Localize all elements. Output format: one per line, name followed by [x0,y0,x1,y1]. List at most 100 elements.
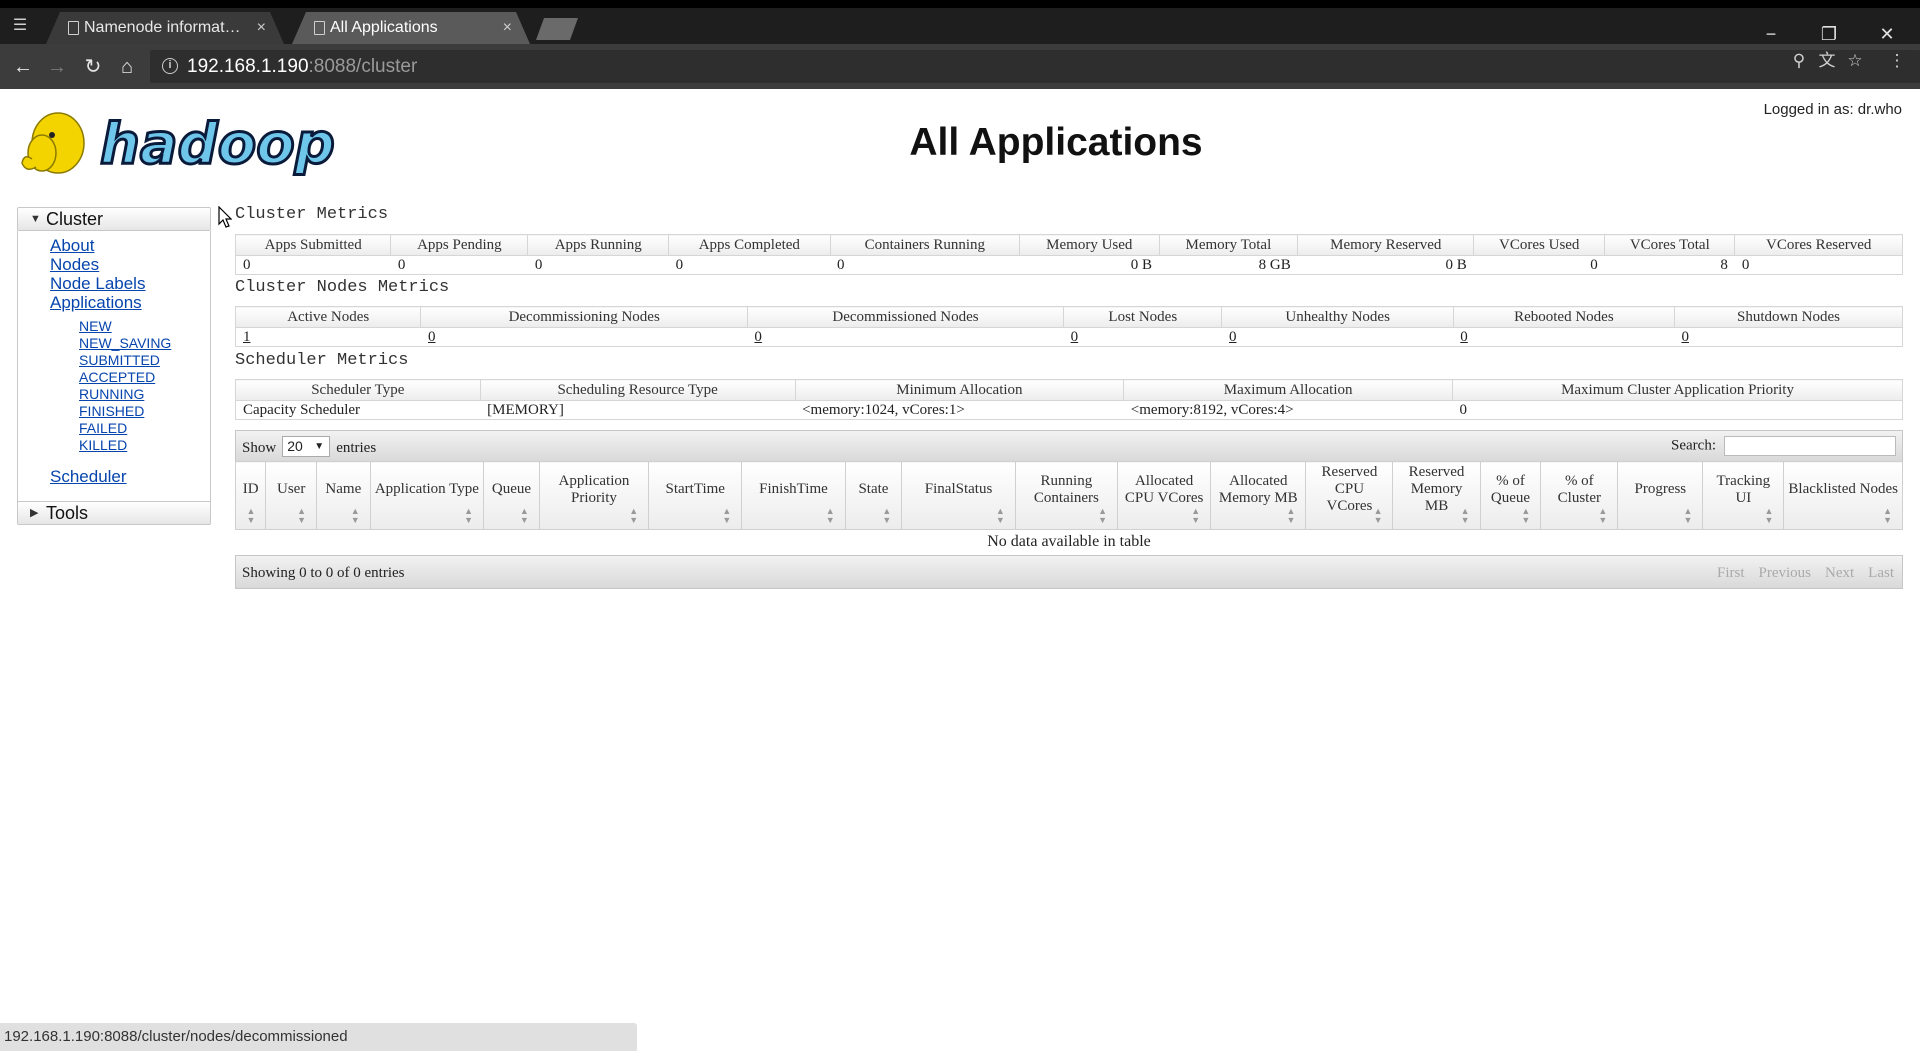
table-cell: 0 [1734,255,1903,275]
column-header-tracking-ui[interactable]: Tracking UI ▲ ▼ [1702,461,1785,530]
reload-icon[interactable]: ↻ [80,54,106,80]
forward-icon[interactable]: → [44,54,70,80]
pagination-last[interactable]: Last [1868,565,1894,581]
table-cell: 0 B [1019,255,1160,275]
column-header: VCores Total [1604,234,1736,256]
column-header: Apps Submitted [234,234,392,256]
sort-icon: ▲ ▼ [1521,506,1531,525]
sidebar-tools-label: Tools [46,503,89,523]
table-cell: 0 [234,255,391,275]
close-icon[interactable]: × [257,12,266,44]
table-row: Capacity Scheduler [MEMORY] <memory:1024… [235,400,1903,420]
column-header: Memory Used [1019,234,1160,256]
translate-icon[interactable]: 文 [1816,50,1838,72]
column-header-percent-cluster[interactable]: % of Cluster ▲ ▼ [1540,461,1619,530]
search-input[interactable] [1724,436,1896,456]
column-header: Maximum Cluster Application Priority [1452,379,1903,401]
sort-icon: ▲ ▼ [246,506,256,525]
scheduler-metrics-table: Scheduler Type Scheduling Resource Type … [235,379,1903,420]
column-header-state[interactable]: State ▲ ▼ [844,461,903,530]
sidebar: ▼ Cluster About Nodes Node Labels Applic… [17,207,211,519]
decommissioned-nodes-link[interactable]: 0 [754,329,762,345]
close-icon[interactable]: × [503,12,512,44]
sidebar-item-applications[interactable]: Applications [50,293,142,313]
tab-all-applications[interactable]: All Applications × [292,12,530,44]
sort-icon: ▲ ▼ [1373,506,1383,525]
column-header: VCores Used [1473,234,1606,256]
column-header-progress[interactable]: Progress ▲ ▼ [1617,461,1704,530]
bookmark-star-icon[interactable]: ☆ [1844,50,1866,72]
active-nodes-link[interactable]: 1 [243,329,251,345]
column-header-application-priority[interactable]: Application Priority ▲ ▼ [538,461,650,530]
column-header-name[interactable]: Name ▲ ▼ [316,461,371,530]
more-menu-icon[interactable]: ⋮ [1886,50,1908,72]
column-header: Shutdown Nodes [1673,306,1904,328]
sidebar-item-scheduler[interactable]: Scheduler [50,467,127,487]
column-header-finishtime[interactable]: FinishTime ▲ ▼ [741,461,846,530]
sidebar-item-new[interactable]: NEW [79,318,112,334]
home-icon[interactable]: ⌂ [114,54,140,80]
column-header: Lost Nodes [1063,306,1223,328]
search-label: Search: [1671,437,1716,454]
pagination-next[interactable]: Next [1825,565,1854,581]
table-cell: Capacity Scheduler [235,400,481,420]
sidebar-item-new-saving[interactable]: NEW_SAVING [79,335,171,351]
column-header-starttime[interactable]: StartTime ▲ ▼ [648,461,743,530]
column-header-id[interactable]: ID ▲ ▼ [234,461,267,530]
sidebar-item-node-labels[interactable]: Node Labels [50,274,145,294]
column-header-allocated-memory[interactable]: Allocated Memory MB ▲ ▼ [1210,461,1307,530]
sidebar-item-running[interactable]: RUNNING [79,386,144,402]
sidebar-tools-toggle[interactable]: ▶ Tools [17,501,211,525]
column-header-application-type[interactable]: Application Type ▲ ▼ [369,461,485,530]
column-header-percent-queue[interactable]: % of Queue ▲ ▼ [1479,461,1542,530]
column-header-reserved-cpu[interactable]: Reserved CPU VCores ▲ ▼ [1305,461,1394,530]
pagination-first[interactable]: First [1717,565,1745,581]
sidebar-item-about[interactable]: About [50,236,94,256]
sidebar-item-killed[interactable]: KILLED [79,437,127,453]
zoom-icon[interactable]: ⚲ [1788,50,1810,72]
sidebar-item-nodes[interactable]: Nodes [50,255,99,275]
sidebar-cluster-toggle[interactable]: ▼ Cluster [17,207,211,231]
column-header: Minimum Allocation [794,379,1125,401]
back-icon[interactable]: ← [10,54,36,80]
entries-value: 20 [287,438,303,454]
table-cell: 0 [527,255,669,275]
sidebar-item-finished[interactable]: FINISHED [79,403,144,419]
unhealthy-nodes-link[interactable]: 0 [1229,329,1237,345]
sort-icon: ▲ ▼ [1683,506,1693,525]
sidebar-cluster-menu: About Nodes Node Labels Applications NEW… [17,231,211,519]
lost-nodes-link[interactable]: 0 [1071,329,1079,345]
pagination-previous[interactable]: Previous [1759,565,1812,581]
page-icon [314,21,325,35]
column-header: Memory Total [1158,234,1299,256]
info-icon[interactable]: i [162,58,178,74]
decommissioning-nodes-link[interactable]: 0 [428,329,436,345]
tab-namenode[interactable]: Namenode information × [46,12,284,44]
sidebar-item-accepted[interactable]: ACCEPTED [79,369,155,385]
table-row: 1 0 0 0 0 0 0 [234,327,1904,347]
pagination: First Previous Next Last [1703,565,1894,582]
column-header-reserved-memory[interactable]: Reserved Memory MB ▲ ▼ [1392,461,1481,530]
url-host: 192.168.1.190 [187,56,309,77]
sort-icon: ▲ ▼ [995,506,1005,525]
column-header-running-containers[interactable]: Running Containers ▲ ▼ [1014,461,1119,530]
column-header: VCores Reserved [1734,234,1903,256]
column-header-allocated-cpu[interactable]: Allocated CPU VCores ▲ ▼ [1117,461,1212,530]
sidebar-cluster-label: Cluster [46,209,104,229]
column-header-blacklisted-nodes[interactable]: Blacklisted Nodes ▲ ▼ [1783,461,1903,530]
column-header: Memory Reserved [1297,234,1475,256]
entries-select[interactable]: 20 ▼ [282,436,331,457]
url-field[interactable]: i 192.168.1.190:8088/cluster [150,50,1920,83]
column-header-queue[interactable]: Queue ▲ ▼ [483,461,540,530]
showing-entries-info: Showing 0 to 0 of 0 entries [242,564,405,581]
sidebar-item-submitted[interactable]: SUBMITTED [79,352,160,368]
sidebar-item-failed[interactable]: FAILED [79,420,127,436]
shutdown-nodes-link[interactable]: 0 [1681,329,1689,345]
triangle-down-icon: ▼ [30,213,41,225]
column-header-user[interactable]: User ▲ ▼ [265,461,317,530]
new-tab-button[interactable] [536,18,578,40]
applications-panel: Show 20 ▼ entries Search: ID ▲ ▼ User ▲ ▼ Name ▲… [234,430,1903,589]
browser-menu-icon[interactable]: ☰ [8,16,32,36]
rebooted-nodes-link[interactable]: 0 [1460,329,1468,345]
column-header-finalstatus[interactable]: FinalStatus ▲ ▼ [901,461,1016,530]
